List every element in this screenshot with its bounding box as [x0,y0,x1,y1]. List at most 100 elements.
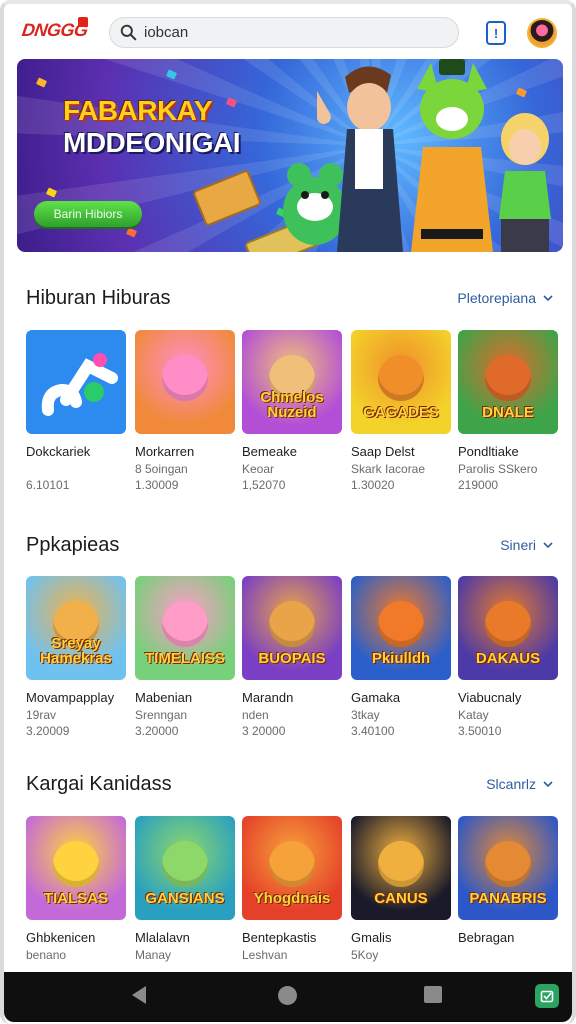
section-title: Ppkapieas [26,534,120,556]
app-icon[interactable]: Yhogdnais [242,816,342,920]
app-name: Dokckariek [26,444,91,459]
app-card[interactable]: Morkarren 8 5oingan 1.30009 [135,330,235,492]
app-name: Gmalis [351,930,392,945]
app-name: Pondltiake [458,444,519,459]
app-card[interactable]: Dokckariek 6.10101 [26,330,126,492]
app-icon[interactable]: Sreyay Hamekras [26,576,126,680]
banner-cta-button[interactable]: Barin Hibiors [34,201,142,227]
app-subtitle: Skark Iacorae [351,462,426,476]
app-icon[interactable] [26,330,126,434]
character-icon [162,840,208,887]
app-card[interactable]: Sreyay Hamekras Movampapplay 19rav 3.20009 [26,576,126,738]
search-bar[interactable] [109,17,459,48]
app-subtitle: Parolis SSkero [458,462,538,476]
app-name: Bebragan [458,930,515,945]
search-input[interactable] [144,24,444,41]
character-icon [162,600,208,647]
section-hiburan: Hiburan Hiburas Pletorepiana Dokckariek … [0,287,576,507]
app-card[interactable]: DAKAUS Viabucnaly Katay 3.50010 [458,576,558,738]
recents-icon[interactable] [424,986,442,1003]
app-install-count-empty [458,964,558,972]
app-subtitle: Srenngan [135,708,188,722]
app-icon[interactable] [135,330,235,434]
app-subtitle: Leshvan [242,948,288,962]
section-more-link[interactable]: Sineri [500,537,554,553]
app-icon[interactable]: BUOPAIS [242,576,342,680]
banner-title-line2: MDDEONIGAI [63,127,241,158]
app-card[interactable]: TIMELAISS Mabenian Srenngan 3.20000 [135,576,235,738]
app-row: Sreyay Hamekras Movampapplay 19rav 3.20009 T… [0,576,576,756]
app-icon[interactable]: CANUS [351,816,451,920]
app-name: Marandn [242,690,294,705]
app-install-count-empty [26,964,126,972]
character-icon [53,840,99,887]
app-icon[interactable]: GAGADES [351,330,451,434]
character-icon [269,600,315,647]
app-card[interactable]: PANABRIS Bebragan [458,816,558,972]
blonde-girl-character [499,113,551,252]
app-name: Mlalalavn [135,930,190,945]
section-more-link[interactable]: Slcanrlz [486,776,554,792]
app-icon[interactable]: Chmelos Nuzeid [242,330,342,434]
app-card[interactable]: GANSIANS Mlalalavn Manay [135,816,235,972]
character-icon [485,354,531,401]
app-icon[interactable]: GANSIANS [135,816,235,920]
section-more-link[interactable]: Pletorepiana [457,290,554,306]
app-icon[interactable]: TIALSAS [26,816,126,920]
app-icon-title: TIALSAS [43,890,109,907]
character-icon [378,600,424,647]
app-subtitle: Manay [135,948,172,962]
character-icon [269,840,315,887]
app-icon-title: DNALE [482,404,534,421]
search-icon [120,24,137,41]
character-icon [378,840,424,887]
app-name: Gamaka [351,690,401,705]
app-name: Saap Delst [351,444,415,459]
app-icon-title: PANABRIS [469,890,547,907]
app-card[interactable]: Yhogdnais Bentepkastis Leshvan [242,816,342,972]
app-icon-title: CANUS [374,890,428,907]
app-icon[interactable]: DAKAUS [458,576,558,680]
app-icon-title: DAKAUS [475,650,541,667]
app-install-count: 3.20000 [135,724,179,738]
music-note-icon [41,353,118,416]
app-icon[interactable]: DNALE [458,330,558,434]
logo-badge-icon [78,17,88,27]
character-icon [485,600,531,647]
app-card[interactable]: TIALSAS Ghbkenicen benano [26,816,126,972]
app-icon-title: TIMELAISS [144,650,225,667]
app-subtitle: 5Koy [351,948,379,962]
section-more-label: Pletorepiana [457,290,536,306]
app-icon-title: Sreyay Hamekras [40,635,112,667]
app-install-count: 1,52070 [242,478,286,492]
app-icon-title: Pkiulldh [371,650,431,667]
app-card[interactable]: Chmelos Nuzeid Bemeake Keoar 1,52070 [242,330,342,492]
app-install-count: 3 20000 [242,724,286,738]
app-install-count: 3.50010 [458,724,502,738]
app-card[interactable]: BUOPAIS Marandn nden 3 20000 [242,576,342,738]
app-subtitle: 8 5oingan [135,462,188,476]
app-subtitle: 19rav [26,708,57,722]
top-app-bar: DNGGG ! [0,0,576,62]
section-title: Hiburan Hiburas [26,287,171,309]
home-icon[interactable] [278,986,297,1005]
app-icon[interactable]: TIMELAISS [135,576,235,680]
chevron-down-icon [543,781,553,788]
promo-banner[interactable]: FABARKAY MDDEONIGAI Barin Hibiors [17,59,563,252]
avatar[interactable] [527,18,557,48]
app-row: TIALSAS Ghbkenicen benano GANSIANS Mlalalav… [0,816,576,972]
app-icon[interactable]: Pkiulldh [351,576,451,680]
app-logo[interactable]: DNGGG [21,17,89,44]
app-shortcut-icon[interactable] [535,984,559,1008]
notification-icon[interactable]: ! [486,21,506,45]
app-icon[interactable]: PANABRIS [458,816,558,920]
app-card[interactable]: GAGADES Saap Delst Skark Iacorae 1.30020 [351,330,451,492]
app-subtitle: Keoar [242,462,275,476]
back-icon[interactable] [132,986,146,1004]
app-install-count-empty [135,964,235,972]
app-card[interactable]: DNALE Pondltiake Parolis SSkero 219000 [458,330,558,492]
app-card[interactable]: Pkiulldh Gamaka 3tkay 3.40100 [351,576,451,738]
chevron-down-icon [543,295,553,302]
app-card[interactable]: CANUS Gmalis 5Koy [351,816,451,972]
app-subtitle-empty [458,948,558,962]
